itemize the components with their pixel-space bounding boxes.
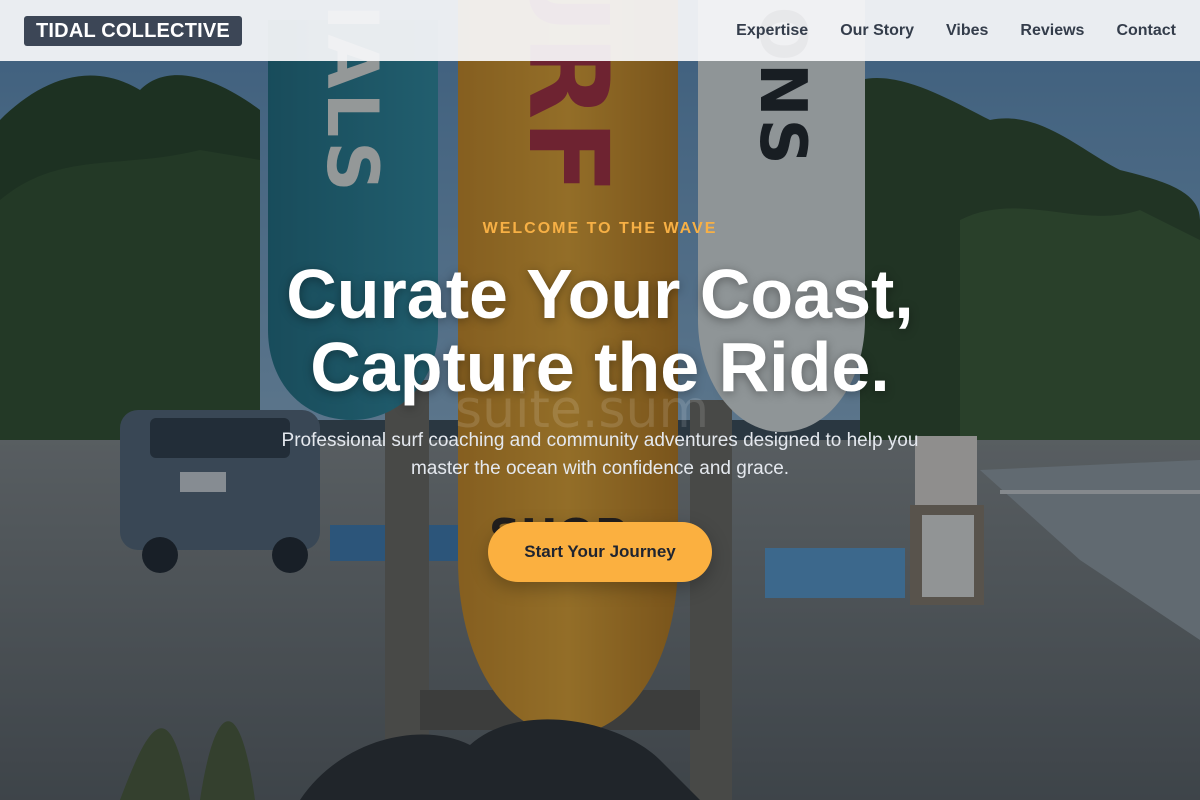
site-header: TIDAL COLLECTIVE Expertise Our Story Vib… <box>0 0 1200 61</box>
hero-subtitle: Professional surf coaching and community… <box>281 430 919 479</box>
start-journey-button[interactable]: Start Your Journey <box>488 522 712 582</box>
hero-headline: Curate Your Coast, Capture the Ride. <box>0 258 1200 404</box>
main-nav: Expertise Our Story Vibes Reviews Contac… <box>736 22 1176 40</box>
hero-section: IALS URF SHOP SSONS TIDAL COLLECTIVE Exp… <box>0 0 1200 800</box>
hero-eyebrow: WELCOME TO THE WAVE <box>482 220 718 237</box>
nav-link-reviews[interactable]: Reviews <box>1020 22 1084 40</box>
nav-link-expertise[interactable]: Expertise <box>736 22 808 40</box>
hero-headline-line-2: Capture the Ride. <box>310 328 890 406</box>
nav-link-our-story[interactable]: Our Story <box>840 22 914 40</box>
nav-link-contact[interactable]: Contact <box>1116 22 1176 40</box>
hero-content: suite.sum WELCOME TO THE WAVE Curate You… <box>0 0 1200 800</box>
nav-link-vibes[interactable]: Vibes <box>946 22 988 40</box>
hero-headline-line-1: Curate Your Coast, <box>286 255 914 333</box>
brand-logo[interactable]: TIDAL COLLECTIVE <box>24 15 242 46</box>
